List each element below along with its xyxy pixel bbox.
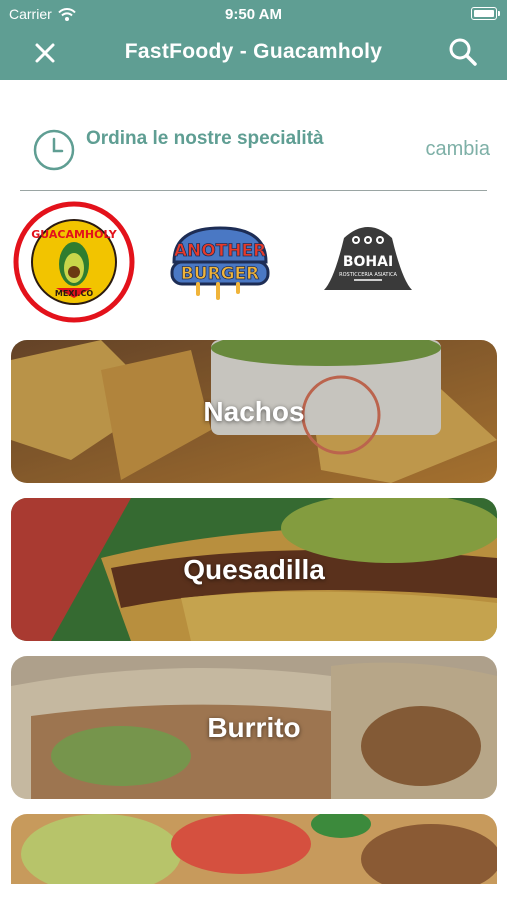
- guacamholy-logo-text: GUACAMHOLY: [31, 228, 118, 241]
- bohai-logo-subtext: ROSTICCERIA ASIATICA: [339, 272, 397, 278]
- search-icon[interactable]: [447, 36, 479, 68]
- category-image: [11, 814, 497, 884]
- status-time: 9:50 AM: [225, 6, 282, 23]
- status-bar: Carrier 9:50 AM: [0, 0, 507, 28]
- order-row: Ordina le nostre specialità cambia: [20, 118, 490, 178]
- another-burger-logo: ANOTHER BURGER: [170, 226, 270, 300]
- category-card-quesadilla[interactable]: Quesadilla: [11, 498, 497, 641]
- nav-row: FastFoody - Guacamholy: [0, 28, 507, 78]
- brand-guacamholy[interactable]: GUACAMHOLY MEXI.CO: [12, 198, 136, 326]
- another-burger-logo-line2: BURGER: [181, 264, 260, 284]
- brand-selector: GUACAMHOLY MEXI.CO ANOTHER BURGER BOHAI …: [0, 198, 507, 328]
- brand-bohai[interactable]: BOHAI ROSTICCERIA ASIATICA: [316, 198, 420, 326]
- category-label: Nachos: [203, 395, 305, 427]
- battery-icon: [471, 7, 500, 20]
- clock-icon: [33, 129, 75, 171]
- category-card-burrito[interactable]: Burrito: [11, 656, 497, 799]
- category-label: Quesadilla: [183, 553, 325, 585]
- category-card-nachos[interactable]: Nachos: [11, 340, 497, 483]
- guacamholy-logo-subtext: MEXI.CO: [55, 289, 93, 298]
- bohai-logo: BOHAI ROSTICCERIA ASIATICA: [324, 227, 412, 290]
- divider: [20, 190, 487, 191]
- page-title: FastFoody - Guacamholy: [124, 40, 383, 63]
- header-bar: Carrier 9:50 AM FastFoody - Guacamholy: [0, 0, 507, 80]
- category-card-more[interactable]: [11, 814, 497, 884]
- category-label: Burrito: [207, 711, 301, 743]
- brand-another-burger[interactable]: ANOTHER BURGER: [168, 198, 272, 326]
- change-link[interactable]: cambia: [426, 138, 490, 161]
- bohai-logo-text: BOHAI: [343, 254, 393, 270]
- another-burger-logo-line1: ANOTHER: [174, 241, 266, 261]
- guacamholy-logo: GUACAMHOLY MEXI.CO: [13, 201, 135, 323]
- order-title: Ordina le nostre specialità: [86, 128, 324, 149]
